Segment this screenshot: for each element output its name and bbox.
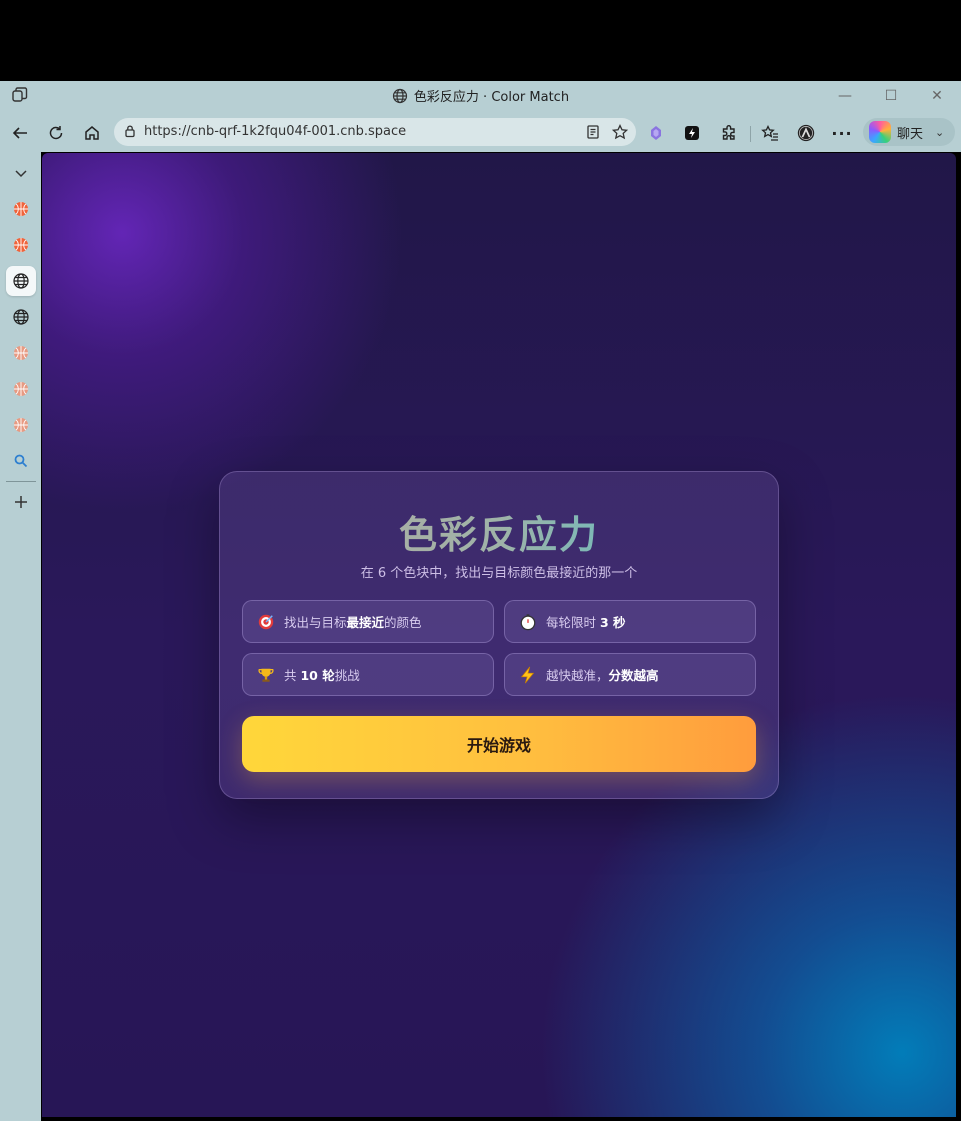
lightning-icon (518, 665, 538, 685)
extension-dark-button[interactable] (679, 120, 705, 146)
refresh-button[interactable] (43, 120, 69, 146)
minimize-button[interactable]: — (823, 84, 867, 108)
feature-score-text: 越快越准，分数越高 (546, 668, 659, 683)
game-title: 色彩反应力 (220, 504, 778, 559)
more-menu-button[interactable]: ··· (829, 120, 855, 146)
feature-target: 找出与目标最接近的颜色 (242, 600, 494, 643)
new-tab-button[interactable] (6, 487, 36, 517)
lock-icon (125, 125, 135, 138)
reader-view-icon[interactable] (584, 123, 602, 141)
screen-top-bar (0, 0, 961, 81)
basketball-icon (14, 238, 28, 252)
favorites-list-icon (761, 124, 778, 141)
tab-item-2[interactable] (6, 230, 36, 260)
browser-toolbar: https://cnb-qrf-1k2fqu04f-001.cnb.space … (0, 112, 961, 152)
vertical-tabs-sidebar (0, 152, 41, 1121)
basketball-icon (14, 202, 28, 216)
globe-icon (13, 309, 29, 325)
close-button[interactable]: ✕ (915, 84, 959, 108)
extension-purple-icon (651, 126, 661, 140)
tab-item-5[interactable] (6, 410, 36, 440)
minimize-icon: — (838, 88, 852, 104)
feature-rounds-text: 共 10 轮挑战 (284, 668, 360, 683)
address-bar[interactable]: https://cnb-qrf-1k2fqu04f-001.cnb.space (114, 118, 636, 146)
search-icon (14, 454, 28, 468)
back-button[interactable] (7, 120, 33, 146)
game-subtitle: 在 6 个色块中，找出与目标颜色最接近的那一个 (360, 566, 638, 581)
refresh-icon (49, 126, 63, 140)
profile-button[interactable] (793, 120, 819, 146)
basketball-icon (14, 382, 28, 396)
tab-item-active[interactable] (6, 266, 36, 296)
chevron-down-icon: ⌄ (935, 125, 945, 139)
tab-item-3[interactable] (6, 338, 36, 368)
extension-dark-icon (685, 126, 699, 140)
close-icon: ✕ (931, 88, 943, 104)
start-game-button[interactable]: 开始游戏 (242, 716, 756, 772)
extension-purple-button[interactable] (643, 120, 669, 146)
home-button[interactable] (79, 120, 105, 146)
url-text: https://cnb-qrf-1k2fqu04f-001.cnb.space (144, 124, 407, 139)
toolbar-separator (750, 126, 751, 142)
trophy-icon (256, 665, 276, 685)
favorites-button[interactable] (757, 120, 783, 146)
favorite-star-icon[interactable] (611, 123, 629, 141)
stopwatch-icon (518, 612, 538, 632)
puzzle-icon (722, 125, 735, 140)
window-titlebar: 色彩反应力 · Color Match — ☐ ✕ (0, 81, 961, 112)
more-dots-icon: ··· (831, 123, 853, 143)
search-tab-item[interactable] (6, 446, 36, 476)
maximize-icon: ☐ (884, 88, 898, 104)
tab-item-1[interactable] (6, 194, 36, 224)
profile-avatar-icon (797, 124, 815, 142)
window-title-text: 色彩反应力 · Color Match (413, 90, 570, 105)
basketball-icon (14, 346, 28, 360)
game-intro-card: 色彩反应力 在 6 个色块中，找出与目标颜色最接近的那一个 找出与目标最接近的颜… (219, 471, 779, 799)
feature-score: 越快越准，分数越高 (504, 653, 756, 696)
back-arrow-icon (12, 127, 27, 139)
globe-icon (13, 273, 29, 289)
extensions-button[interactable] (716, 120, 742, 146)
feature-target-text: 找出与目标最接近的颜色 (284, 615, 422, 630)
copilot-chat-button[interactable]: 聊天 ⌄ (863, 118, 955, 146)
add-icon (15, 496, 27, 508)
page-viewport: 色彩反应力 在 6 个色块中，找出与目标颜色最接近的那一个 找出与目标最接近的颜… (42, 153, 956, 1117)
feature-timer: 每轮限时 3 秒 (504, 600, 756, 643)
home-icon (85, 126, 99, 140)
target-icon (256, 612, 276, 632)
basketball-icon (14, 418, 28, 432)
window-title: 色彩反应力 · Color Match (0, 86, 961, 105)
tab-item-globe[interactable] (6, 302, 36, 332)
maximize-button[interactable]: ☐ (869, 84, 913, 108)
collapse-tabs-button[interactable] (6, 158, 36, 188)
chevron-down-icon (15, 170, 27, 178)
sidebar-divider (6, 481, 36, 482)
feature-timer-text: 每轮限时 3 秒 (546, 615, 626, 630)
feature-rounds: 共 10 轮挑战 (242, 653, 494, 696)
globe-icon (392, 88, 408, 103)
tab-item-4[interactable] (6, 374, 36, 404)
copilot-label: 聊天 (897, 126, 924, 142)
copilot-logo-icon (869, 121, 891, 143)
